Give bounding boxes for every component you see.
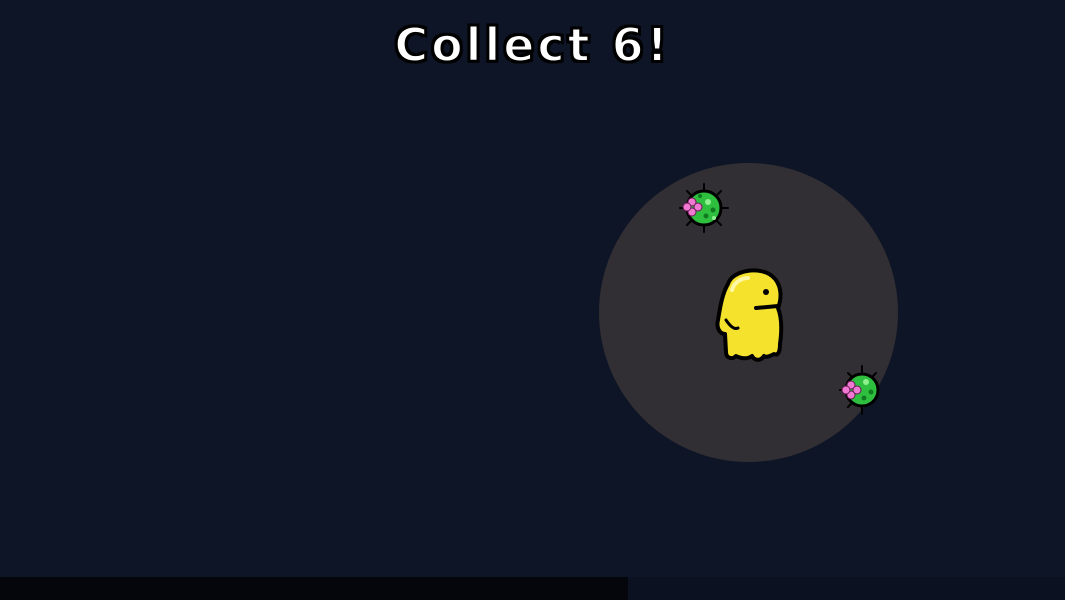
objective-text: Collect 6! xyxy=(393,17,671,73)
green-gem-pickup-icon[interactable] xyxy=(676,180,732,236)
yellow-blob-character-icon[interactable] xyxy=(708,264,788,368)
progress-bar xyxy=(0,577,1065,600)
game-stage[interactable]: Collect 6! xyxy=(0,0,1065,600)
progress-bar-fill xyxy=(0,577,629,600)
green-gem-pickup-icon[interactable] xyxy=(838,364,886,416)
